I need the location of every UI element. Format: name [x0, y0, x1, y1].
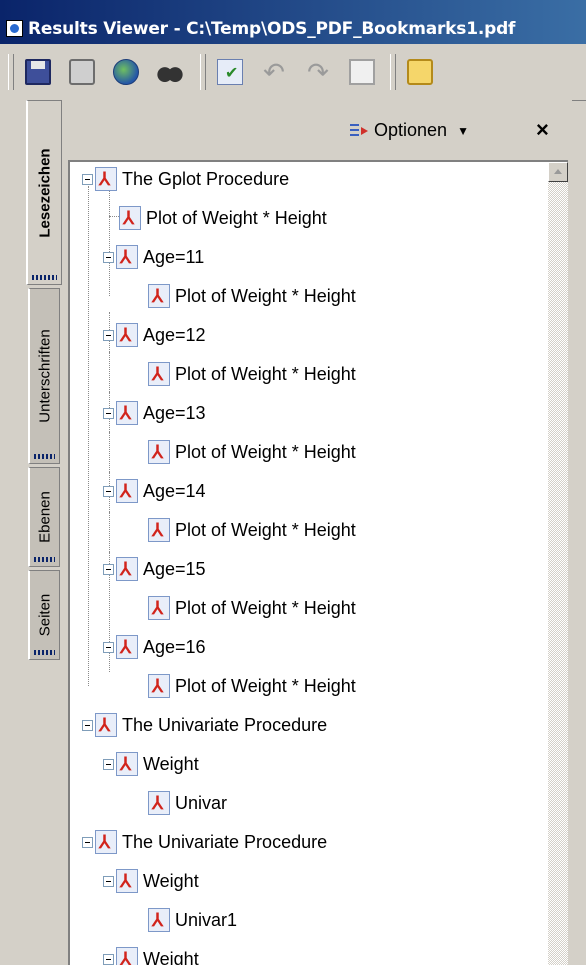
bookmark-item[interactable]: Univar1 [148, 905, 237, 935]
tab-label: Ebenen [36, 491, 53, 543]
print-icon [69, 59, 95, 85]
pdf-bookmark-icon [116, 635, 138, 659]
pdf-bookmark-icon [148, 596, 170, 620]
email-button[interactable] [110, 56, 142, 88]
collapse-icon[interactable] [103, 953, 114, 965]
options-label: Optionen [374, 120, 448, 140]
pdf-bookmark-icon [116, 401, 138, 425]
comment-button[interactable] [404, 56, 436, 88]
pdf-bookmark-icon [95, 830, 117, 854]
pdf-bookmark-icon [116, 323, 138, 347]
pdf-bookmark-icon [95, 167, 117, 191]
collapse-icon[interactable] [103, 563, 114, 575]
tab-label: Unterschriften [36, 329, 53, 423]
pdf-bookmark-icon [116, 947, 138, 965]
tab-label: Lesezeichen [36, 147, 53, 238]
pdf-bookmark-icon [116, 245, 138, 269]
pdf-bookmark-icon [148, 518, 170, 542]
bookmark-item[interactable]: Plot of Weight * Height [148, 437, 356, 467]
toolbar-separator [390, 54, 396, 90]
pdf-bookmark-icon [116, 869, 138, 893]
tab-label: Seiten [36, 593, 53, 637]
toolbar-separator [200, 54, 206, 90]
bookmark-item[interactable]: Weight [103, 866, 199, 896]
collapse-icon[interactable] [103, 875, 114, 887]
tab-unterschriften[interactable]: Unterschriften [28, 288, 60, 464]
print-button[interactable] [66, 56, 98, 88]
close-button[interactable]: × [536, 117, 549, 143]
app-icon [6, 20, 23, 37]
bookmark-item[interactable]: Plot of Weight * Height [119, 203, 327, 233]
collapse-icon[interactable] [82, 173, 93, 185]
tab-lesezeichen[interactable]: Lesezeichen [26, 100, 62, 285]
pdf-bookmark-icon [148, 908, 170, 932]
bookmark-item[interactable]: Weight [103, 749, 199, 779]
tab-ebenen[interactable]: Ebenen [28, 467, 60, 567]
bookmark-item[interactable]: Weight [103, 944, 199, 965]
pdf-bookmark-icon [148, 362, 170, 386]
bookmark-item[interactable]: The Gplot Procedure [82, 164, 289, 194]
collapse-icon[interactable] [103, 329, 114, 341]
bookmark-item[interactable]: Plot of Weight * Height [148, 359, 356, 389]
copy-button[interactable] [346, 56, 378, 88]
pdf-bookmark-icon [148, 440, 170, 464]
undo-button[interactable]: ↶ [258, 56, 290, 88]
collapse-icon[interactable] [103, 758, 114, 770]
options-menu[interactable]: Optionen ▼ [350, 120, 469, 141]
find-button[interactable] [154, 56, 186, 88]
pdf-bookmark-icon [148, 791, 170, 815]
email-globe-icon [113, 59, 139, 85]
bookmark-item[interactable]: Age=16 [103, 632, 206, 662]
title-bar: Results Viewer - C:\Temp\ODS_PDF_Bookmar… [0, 0, 586, 44]
save-button[interactable] [22, 56, 54, 88]
comment-icon [407, 59, 433, 85]
bookmark-item[interactable]: Plot of Weight * Height [148, 281, 356, 311]
bookmark-item[interactable]: Age=15 [103, 554, 206, 584]
toolbar: ↶ ↷ [0, 44, 586, 101]
redo-icon: ↷ [307, 57, 329, 87]
bookmark-item[interactable]: The Univariate Procedure [82, 827, 327, 857]
bookmark-item[interactable]: Plot of Weight * Height [148, 515, 356, 545]
save-icon [25, 59, 51, 85]
collapse-icon[interactable] [103, 251, 114, 263]
bookmark-item[interactable]: Age=14 [103, 476, 206, 506]
find-binoculars-icon [157, 59, 183, 85]
collapse-icon[interactable] [82, 719, 93, 731]
bookmark-item[interactable]: Plot of Weight * Height [148, 593, 356, 623]
bookmark-item[interactable]: Age=13 [103, 398, 206, 428]
pdf-bookmark-icon [116, 752, 138, 776]
panel-header: Optionen ▼ × [62, 100, 572, 160]
spellcheck-icon [217, 59, 243, 85]
pdf-bookmark-icon [148, 284, 170, 308]
scroll-up-button[interactable] [548, 162, 568, 182]
pdf-bookmark-icon [116, 479, 138, 503]
copy-icon [349, 59, 375, 85]
bookmark-item[interactable]: The Univariate Procedure [82, 710, 327, 740]
side-tab-strip: Lesezeichen Unterschriften Ebenen Seiten [0, 100, 66, 965]
window-title: Results Viewer - C:\Temp\ODS_PDF_Bookmar… [28, 19, 516, 39]
bookmarks-panel: Optionen ▼ × The Gplot Procedure Plot of… [62, 100, 572, 965]
collapse-icon[interactable] [103, 407, 114, 419]
redo-button[interactable]: ↷ [302, 56, 334, 88]
bookmark-tree: The Gplot Procedure Plot of Weight * Hei… [68, 160, 568, 965]
bookmark-item[interactable]: Univar [148, 788, 227, 818]
spellcheck-button[interactable] [214, 56, 246, 88]
pdf-bookmark-icon [95, 713, 117, 737]
collapse-icon[interactable] [103, 485, 114, 497]
bookmark-item[interactable]: Age=11 [103, 242, 204, 272]
tab-seiten[interactable]: Seiten [28, 570, 60, 660]
collapse-icon[interactable] [82, 836, 93, 848]
undo-icon: ↶ [263, 57, 285, 87]
chevron-down-icon: ▼ [457, 123, 469, 138]
toolbar-grip[interactable] [8, 54, 14, 90]
pdf-bookmark-icon [116, 557, 138, 581]
pdf-bookmark-icon [148, 674, 170, 698]
bookmark-item[interactable]: Plot of Weight * Height [148, 671, 356, 701]
options-icon [350, 121, 368, 140]
collapse-icon[interactable] [103, 641, 114, 653]
bookmark-item[interactable]: Age=12 [103, 320, 206, 350]
pdf-bookmark-icon [119, 206, 141, 230]
vertical-scrollbar[interactable] [548, 162, 568, 965]
